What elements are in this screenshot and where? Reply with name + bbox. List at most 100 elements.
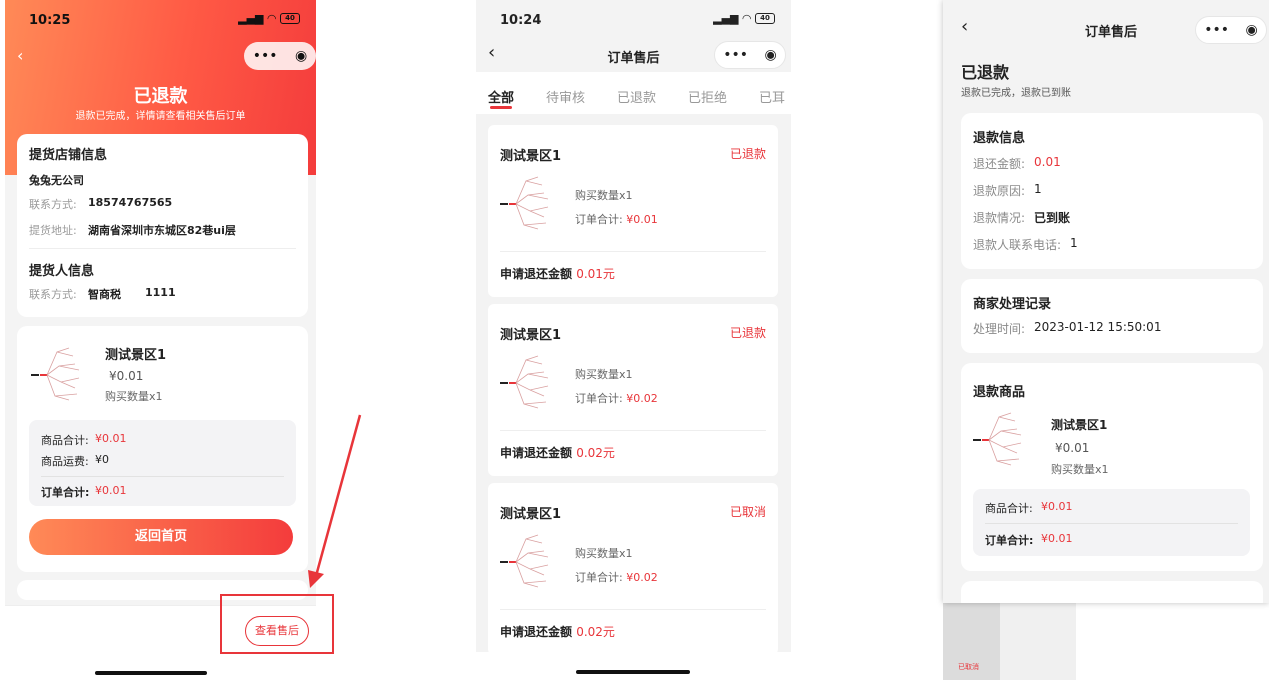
order-shop-name: 测试景区1	[500, 149, 562, 164]
tab-more[interactable]: 已耳	[759, 87, 785, 106]
picker-contact-label: 联系方式:	[29, 288, 77, 301]
refund-goods-heading: 退款商品	[973, 385, 1026, 400]
status-tabs: 全部 待审核 已退款 已拒绝 已耳	[476, 72, 791, 114]
store-info-card: 提货店铺信息 兔兔无公司 联系方式: 18574767565 提货地址: 湖南省…	[17, 134, 308, 317]
order-card[interactable]: 测试景区1 已退款 购买数量x1 订单合计: ¥0.02 申请退还金额 0.02…	[488, 304, 778, 476]
refund-goods-name: 测试景区1	[1051, 418, 1108, 432]
address-label: 提货地址:	[29, 224, 77, 237]
refund-value: 0.02元	[576, 625, 615, 639]
tab-rejected[interactable]: 已拒绝	[688, 87, 727, 106]
refund-amount-label: 退还金额:	[973, 157, 1026, 171]
refund-goods-thumbnail	[971, 407, 1033, 469]
divider	[985, 523, 1238, 524]
close-target-icon[interactable]: ◉	[765, 47, 777, 63]
page-subtitle: 退款已完成，详情请查看相关售后订单	[75, 111, 246, 122]
divider	[29, 248, 296, 249]
address-value: 湖南省深圳市东城区82巷ui层	[88, 224, 236, 237]
refund-phone-value: 1	[1070, 236, 1078, 250]
order-total-value: ¥0.01	[626, 213, 658, 226]
active-tab-underline	[490, 106, 512, 109]
store-name: 兔兔无公司	[29, 174, 84, 187]
mini-program-capsule[interactable]: ••• ◉	[1195, 16, 1267, 44]
order-total-label: 订单合计:	[41, 486, 90, 499]
refund-label: 申请退还金额	[500, 446, 573, 460]
product-qty: 购买数量x1	[105, 390, 163, 403]
order-total-label: 订单合计:	[575, 213, 623, 226]
product-thumbnail	[29, 342, 91, 404]
order-total-value: ¥0.02	[626, 392, 658, 405]
refund-reason-label: 退款原因:	[973, 184, 1026, 198]
order-qty: 购买数量x1	[575, 189, 633, 202]
close-target-icon[interactable]: ◉	[1246, 22, 1258, 38]
background-footer-text: 已取消	[958, 663, 979, 671]
refund-value: 0.02元	[576, 446, 615, 460]
order-total-label: 订单合计:	[575, 392, 623, 405]
goods-total-value: ¥0.01	[95, 432, 127, 445]
divider	[500, 430, 766, 431]
order-card[interactable]: 测试景区1 已取消 购买数量x1 订单合计: ¥0.02 申请退还金额 0.02…	[488, 483, 778, 655]
refund-label: 申请退还金额	[500, 267, 573, 281]
battery-icon: 40	[280, 13, 300, 24]
merchant-record-card: 商家处理记录 处理时间: 2023-01-12 15:50:01	[961, 279, 1263, 353]
process-time-value: 2023-01-12 15:50:01	[1034, 320, 1162, 334]
order-status: 已退款	[729, 147, 766, 161]
refund-state-label: 退款情况:	[973, 211, 1026, 225]
refund-goods-card: 退款商品 测试景区1 ¥0.01 购买数量x1 商品合计: ¥0.01 订单合计…	[961, 363, 1263, 571]
refund-label: 申请退还金额	[500, 625, 573, 639]
price-summary-box: 商品合计: ¥0.01 订单合计: ¥0.01	[973, 489, 1250, 556]
refund-info-heading: 退款信息	[973, 131, 1026, 146]
more-icon[interactable]: •••	[253, 48, 278, 64]
more-icon[interactable]: •••	[723, 47, 748, 63]
signal-icon: ▂▄▆	[238, 12, 264, 25]
battery-icon: 40	[755, 13, 775, 24]
status-icons: ▂▄▆ ◠ 40	[713, 12, 775, 25]
refund-amount: 申请退还金额 0.01元	[500, 265, 615, 282]
next-card-peek	[961, 581, 1263, 603]
status-time: 10:24	[500, 13, 542, 28]
bottom-area	[476, 652, 791, 680]
close-target-icon[interactable]: ◉	[295, 48, 307, 64]
refund-detail-screen: 10:25 ▂▄▆ ◠ 40 ‹ ••• ◉ 已退款 退款已完成，详情请查看相关…	[5, 0, 316, 680]
wifi-icon: ◠	[267, 12, 276, 25]
refund-phone-label: 退款人联系电话:	[973, 238, 1062, 252]
order-total-value: ¥0.01	[95, 484, 127, 497]
picker-info-heading: 提货人信息	[29, 264, 95, 279]
pointer-arrow-icon	[308, 414, 362, 588]
after-sale-list-screen: 10:24 ▂▄▆ ◠ 40 ‹ 订单售后 ••• ◉ 全部 待审核 已退款 已…	[476, 0, 791, 680]
more-icon[interactable]: •••	[1204, 22, 1229, 38]
refund-amount: 申请退还金额 0.02元	[500, 444, 615, 461]
order-status: 已退款	[729, 326, 766, 340]
background-window	[1000, 603, 1076, 680]
goods-total-value: ¥0.01	[1041, 500, 1073, 513]
refund-detail-popup: ‹ 订单售后 ••• ◉ 已退款 退款已完成，退款已到账 退款信息 退还金额: …	[943, 0, 1269, 603]
tab-all[interactable]: 全部	[488, 87, 514, 106]
nav-bar: 10:24 ▂▄▆ ◠ 40 ‹ 订单售后 ••• ◉	[476, 0, 791, 72]
mini-program-capsule[interactable]: ••• ◉	[714, 41, 786, 69]
highlight-box	[220, 594, 334, 654]
mini-program-capsule[interactable]: ••• ◉	[244, 42, 316, 70]
refund-value: 0.01元	[576, 267, 615, 281]
home-indicator	[95, 671, 207, 675]
tab-pending[interactable]: 待审核	[546, 87, 585, 106]
signal-icon: ▂▄▆	[713, 12, 739, 25]
wifi-icon: ◠	[742, 12, 751, 25]
return-home-button[interactable]: 返回首页	[29, 519, 293, 555]
merchant-record-heading: 商家处理记录	[973, 297, 1052, 312]
order-thumbnail	[498, 350, 560, 412]
refund-status: 已退款	[961, 63, 1010, 82]
back-icon[interactable]: ‹	[17, 46, 23, 65]
refund-status-desc: 退款已完成，退款已到账	[961, 88, 1071, 99]
status-bar: 10:24 ▂▄▆ ◠ 40	[476, 0, 791, 40]
shipping-label: 商品运费:	[41, 455, 89, 468]
contact-label: 联系方式:	[29, 198, 77, 211]
order-card[interactable]: 测试景区1 已退款 购买数量x1 订单合计: ¥0.01 申请退还金额 0.01…	[488, 125, 778, 297]
product-name: 测试景区1	[105, 348, 167, 363]
refund-goods-price: ¥0.01	[1055, 441, 1090, 455]
nav-bar: ‹ 订单售后 ••• ◉	[943, 0, 1269, 56]
product-price: ¥0.01	[109, 369, 144, 383]
goods-total-label: 商品合计:	[41, 434, 89, 447]
order-qty: 购买数量x1	[575, 547, 633, 560]
divider	[500, 251, 766, 252]
order-total: 订单合计: ¥0.02	[575, 390, 658, 406]
tab-refunded[interactable]: 已退款	[617, 87, 656, 106]
